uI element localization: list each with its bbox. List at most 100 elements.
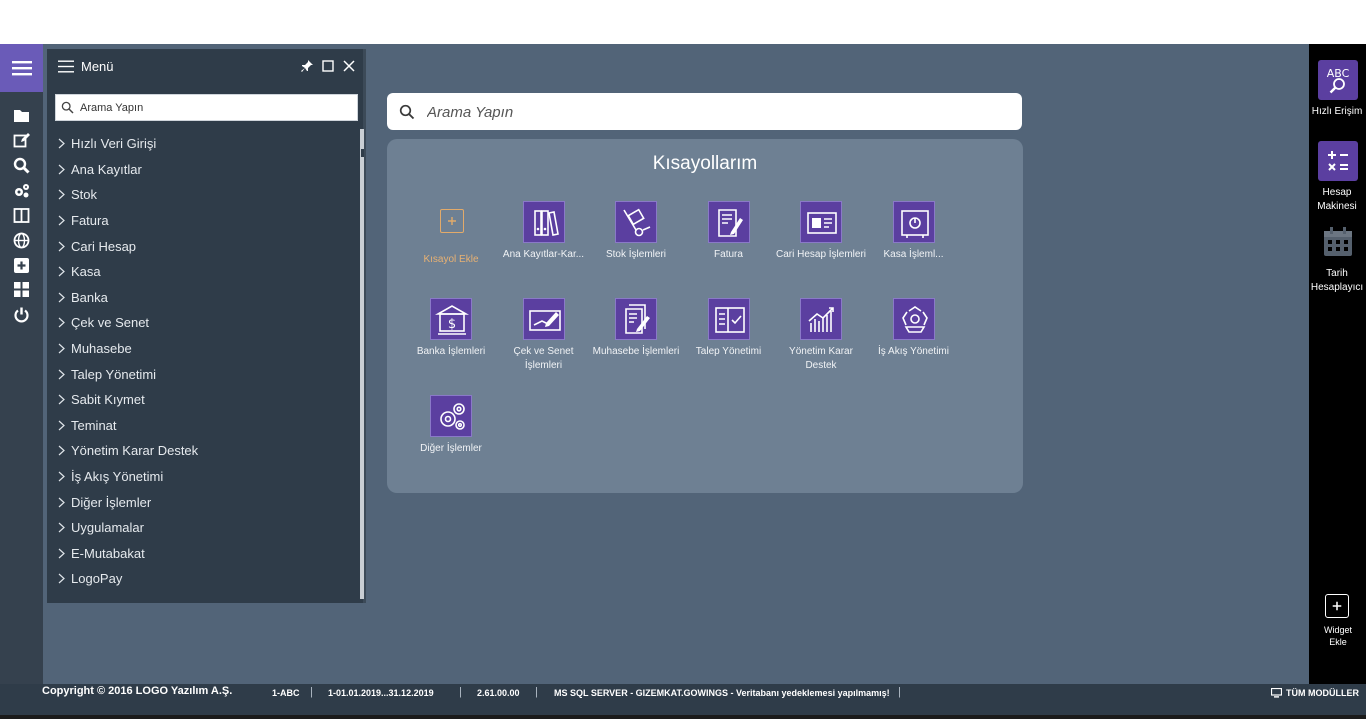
menu-item[interactable]: Cari Hesap xyxy=(47,233,359,259)
menu-toggle-button[interactable] xyxy=(0,44,43,92)
chevron-right-icon xyxy=(58,445,65,456)
shortcut-tile[interactable]: Fatura xyxy=(683,201,775,291)
checklist-icon xyxy=(707,298,750,340)
shortcut-tile[interactable]: Talep Yönetimi xyxy=(683,298,775,388)
menu-item-label: Banka xyxy=(71,289,108,305)
menu-item[interactable]: Sabit Kıymet xyxy=(47,387,359,413)
plus-square-icon xyxy=(13,257,29,273)
shortcut-tile[interactable]: Çek ve Senet İşlemleri xyxy=(498,298,590,388)
all-modules-button[interactable]: TÜM MODÜLLER xyxy=(1271,686,1359,700)
date-calculator-label: Tarih Hesaplayıcı xyxy=(1310,268,1364,293)
top-whitespace xyxy=(0,0,1366,44)
shortcut-tile-label: Stok İşlemleri xyxy=(605,249,666,260)
shortcut-tile[interactable]: Kasa İşleml... xyxy=(868,201,960,291)
shortcut-tile[interactable]: $ Banka İşlemleri xyxy=(405,298,497,388)
chevron-right-icon xyxy=(58,190,65,200)
rail-globe-button[interactable] xyxy=(11,230,31,250)
menu-item[interactable]: Ana Kayıtlar xyxy=(47,157,359,183)
menu-item[interactable]: Kasa xyxy=(47,259,359,285)
menu-item-label: Ana Kayıtlar xyxy=(71,161,142,177)
menu-item[interactable]: Diğer İşlemler xyxy=(47,489,359,515)
bottom-border xyxy=(0,715,1366,719)
chevron-right-icon xyxy=(58,266,65,277)
shortcuts-panel: Kısayollarım Kısayol Ekle Ana Kayıtlar-K… xyxy=(387,139,1023,493)
rail-panels-button[interactable] xyxy=(11,205,31,225)
version-text: 2.61.00.00 xyxy=(477,688,520,698)
menu-title: Menü xyxy=(81,59,114,74)
menu-item[interactable]: Çek ve Senet xyxy=(47,310,359,336)
menu-item[interactable]: Yönetim Karar Destek xyxy=(47,438,359,464)
bank-icon: $ xyxy=(430,298,472,340)
scrollbar-grip xyxy=(361,149,364,157)
menu-item-label: Çek ve Senet xyxy=(71,315,150,331)
quick-access-widget[interactable]: ABC Hızlı Erişim xyxy=(1309,60,1366,119)
menu-item-label: Talep Yönetimi xyxy=(71,366,157,382)
menu-item[interactable]: İş Akış Yönetimi xyxy=(47,464,359,490)
rail-settings-button[interactable] xyxy=(11,180,31,200)
menu-item[interactable]: E-Mutabakat xyxy=(47,541,359,567)
shortcut-tile[interactable]: Yönetim Karar Destek xyxy=(775,298,867,388)
rail-power-button[interactable] xyxy=(11,304,31,324)
close-icon[interactable] xyxy=(342,59,356,73)
chevron-right-icon xyxy=(58,318,65,328)
date-calculator-widget[interactable]: Tarih Hesaplayıcı xyxy=(1309,222,1366,295)
abc-search-icon: ABC xyxy=(1317,60,1358,100)
shortcut-tile-label: Cari Hesap İşlemleri xyxy=(775,249,867,260)
menu-item-label: Hızlı Veri Girişi xyxy=(71,136,157,152)
shortcut-tile[interactable]: Stok İşlemleri xyxy=(590,201,682,291)
menu-item[interactable]: Banka xyxy=(47,285,359,311)
menu-item[interactable]: Uygulamalar xyxy=(47,515,359,541)
menu-item-label: Kasa xyxy=(71,264,101,280)
menu-item[interactable]: Stok xyxy=(47,182,359,208)
add-widget-button[interactable] xyxy=(1325,594,1349,618)
shortcut-tile[interactable]: Ana Kayıtlar-Kar... xyxy=(498,201,590,291)
shortcut-tile[interactable]: Cari Hesap İşlemleri xyxy=(775,201,867,291)
rail-dashboard-button[interactable] xyxy=(11,279,31,299)
all-modules-label: TÜM MODÜLLER xyxy=(1286,688,1359,698)
shortcut-tile[interactable]: İş Akış Yönetimi xyxy=(868,298,960,388)
edit-icon xyxy=(13,132,30,147)
main-search-input[interactable] xyxy=(427,101,1007,123)
app-window: Menü Hızlı Veri Girişi Ana Kayıtlar Stok Fa… xyxy=(0,44,1366,715)
rail-folder-button[interactable] xyxy=(11,105,31,125)
copyright-text: Copyright © 2016 LOGO Yazılım A.Ş. xyxy=(42,685,233,697)
invoice-pen-icon xyxy=(707,201,750,243)
shortcut-tile-label: Fatura xyxy=(714,249,743,260)
menu-item-label: Stok xyxy=(71,187,98,203)
menu-item[interactable]: Talep Yönetimi xyxy=(47,361,359,387)
menu-item[interactable]: Fatura xyxy=(47,208,359,234)
rail-add-button[interactable] xyxy=(11,255,31,275)
rail-search-button[interactable] xyxy=(11,155,31,175)
menu-item[interactable]: LogoPay xyxy=(47,566,359,592)
shortcut-tile-label: Muhasebe İşlemleri xyxy=(592,346,680,357)
menu-search-input[interactable] xyxy=(80,98,350,117)
rail-edit-button[interactable] xyxy=(11,130,31,150)
calculator-widget[interactable]: Hesap Makinesi xyxy=(1309,141,1366,214)
menu-item-label: Teminat xyxy=(71,417,117,433)
shortcut-tile-label: Çek ve Senet İşlemleri xyxy=(513,346,574,371)
shortcut-tile[interactable]: Diğer İşlemler xyxy=(405,395,497,485)
menu-scrollbar[interactable] xyxy=(360,129,364,599)
menu-item[interactable]: Hızlı Veri Girişi xyxy=(47,131,359,157)
status-bar: Copyright © 2016 LOGO Yazılım A.Ş. 1-ABC… xyxy=(0,684,1366,715)
plus-icon xyxy=(1332,601,1342,611)
menu-item[interactable]: Teminat xyxy=(47,413,359,439)
add-shortcut-button[interactable]: Kısayol Ekle xyxy=(405,201,497,291)
quick-access-label: Hızlı Erişim xyxy=(1311,106,1363,117)
hand-truck-icon xyxy=(615,201,657,243)
shortcut-tile-label: Diğer İşlemler xyxy=(420,443,482,454)
pin-icon[interactable] xyxy=(300,59,314,73)
menu-header: Menü xyxy=(47,49,363,85)
grid-icon xyxy=(13,281,29,297)
id-card-icon xyxy=(800,201,842,243)
chevron-right-icon xyxy=(58,369,65,380)
svg-text:$: $ xyxy=(448,317,456,332)
shortcut-tile-label: İş Akış Yönetimi xyxy=(878,346,949,357)
menu-item[interactable]: Muhasebe xyxy=(47,336,359,362)
panels-icon xyxy=(13,207,29,223)
shortcut-tile[interactable]: Muhasebe İşlemleri xyxy=(590,298,682,388)
folder-icon xyxy=(13,109,29,122)
menu-item-label: Fatura xyxy=(71,213,109,229)
maximize-icon[interactable] xyxy=(321,59,335,73)
growth-chart-icon xyxy=(800,298,842,340)
